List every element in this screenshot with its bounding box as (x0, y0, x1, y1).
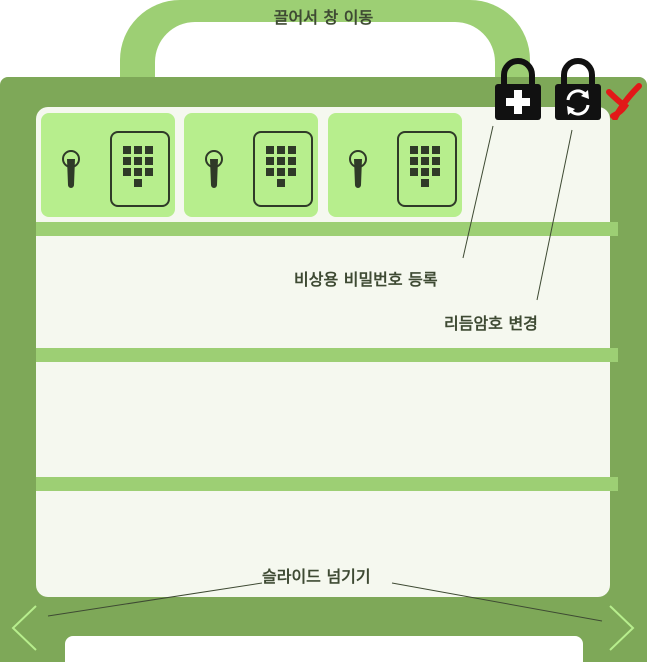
lock-plus-icon[interactable] (493, 58, 543, 122)
prev-slide-arrow[interactable] (8, 604, 40, 652)
lock-refresh-icon[interactable] (553, 58, 603, 122)
slide-nav-label: 슬라이드 넘기기 (262, 567, 371, 586)
emergency-password-label: 비상용 비밀번호 등록 (294, 270, 438, 289)
close-x-icon[interactable] (603, 82, 643, 120)
rhythm-password-label: 리듬암호 변경 (444, 314, 538, 333)
next-slide-arrow[interactable] (606, 604, 638, 652)
